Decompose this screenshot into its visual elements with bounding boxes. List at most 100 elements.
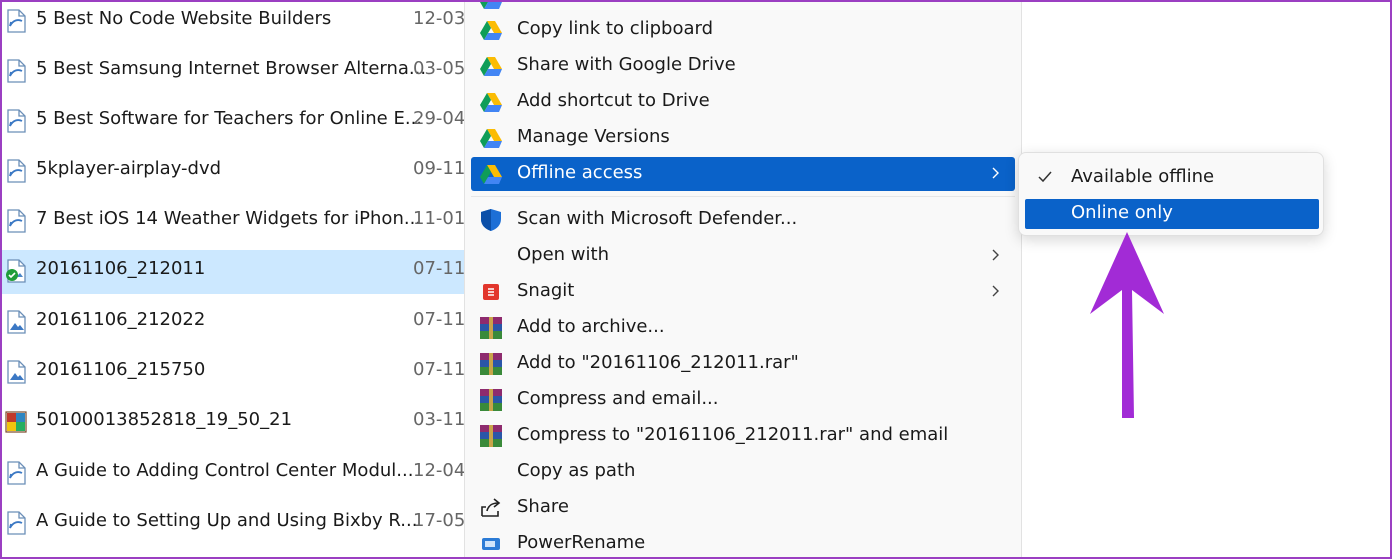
image-file-icon xyxy=(7,310,26,334)
web-shortcut-icon xyxy=(7,59,26,83)
google-drive-icon xyxy=(480,0,502,9)
chevron-right-icon xyxy=(992,249,999,261)
menu-label: Share xyxy=(517,496,569,517)
google-drive-icon xyxy=(480,57,502,76)
menu-scan-defender[interactable]: Scan with Microsoft Defender... xyxy=(471,203,1015,237)
file-name: 5kplayer-airplay-dvd xyxy=(36,158,222,179)
menu-label: Add to archive... xyxy=(517,316,665,337)
file-name: 50100013852818_19_50_21 xyxy=(36,409,293,430)
file-date: 09-11- xyxy=(413,158,472,179)
chevron-right-icon xyxy=(992,167,999,179)
menu-compress-to-rar-email[interactable]: Compress to "20161106_212011.rar" and em… xyxy=(471,419,1015,453)
google-drive-icon xyxy=(480,129,502,148)
image-file-icon xyxy=(7,360,26,384)
web-shortcut-icon xyxy=(7,209,26,233)
web-shortcut-icon xyxy=(7,109,26,133)
google-drive-icon xyxy=(480,21,502,40)
context-menu: Copy link to clipboard Share with Google… xyxy=(464,0,1022,559)
web-shortcut-icon xyxy=(7,461,26,485)
file-date: 29-04- xyxy=(413,108,472,129)
menu-label: Compress and email... xyxy=(517,388,719,409)
file-row[interactable]: 5 Best Samsung Internet Browser Alterna.… xyxy=(2,50,472,94)
file-date: 07-11- xyxy=(413,309,472,330)
menu-snagit[interactable]: Snagit xyxy=(471,275,1015,309)
submenu-label: Online only xyxy=(1071,202,1173,223)
file-row[interactable]: 5 Best No Code Website Builders 12-03- xyxy=(2,0,472,44)
menu-label: Add shortcut to Drive xyxy=(517,90,710,111)
menu-label: Add to "20161106_212011.rar" xyxy=(517,352,799,373)
file-name: 5 Best Samsung Internet Browser Alterna.… xyxy=(36,58,427,79)
file-row[interactable]: 20161106_215750 07-11- xyxy=(2,351,472,395)
defender-shield-icon xyxy=(481,209,501,231)
file-date: 07-11- xyxy=(413,359,472,380)
file-date: 07-11- xyxy=(413,258,472,279)
menu-add-shortcut[interactable]: Add shortcut to Drive xyxy=(471,85,1015,119)
menu-label: Offline access xyxy=(517,162,643,183)
menu-compress-email[interactable]: Compress and email... xyxy=(471,383,1015,417)
file-name: 7 Best iOS 14 Weather Widgets for iPhon.… xyxy=(36,208,422,229)
file-date: 11-01- xyxy=(413,208,472,229)
menu-label: Copy as path xyxy=(517,460,636,481)
menu-powerrename[interactable]: PowerRename xyxy=(471,527,1015,559)
chevron-right-icon xyxy=(992,285,999,297)
file-date: 03-11- xyxy=(413,409,472,430)
file-date: 03-05- xyxy=(413,58,472,79)
file-row[interactable]: 50100013852818_19_50_21 03-11- xyxy=(2,401,472,445)
file-name: A Guide to Adding Control Center Modul..… xyxy=(36,460,414,481)
menu-offline-access[interactable]: Offline access xyxy=(471,157,1015,191)
file-name: 20161106_212011 xyxy=(36,258,206,279)
file-row-selected[interactable]: 20161106_212011 07-11- xyxy=(2,250,472,294)
menu-manage-versions[interactable]: Manage Versions xyxy=(471,121,1015,155)
file-row[interactable]: 20161106_212022 07-11- xyxy=(2,301,472,345)
file-name: 5 Best No Code Website Builders xyxy=(36,8,332,29)
offline-access-submenu: Available offline Online only xyxy=(1018,152,1324,236)
submenu-label: Available offline xyxy=(1071,166,1215,187)
file-name: 20161106_212022 xyxy=(36,309,206,330)
file-row[interactable]: 7 Best iOS 14 Weather Widgets for iPhon.… xyxy=(2,200,472,244)
image-synced-icon xyxy=(6,259,26,283)
file-date: 12-04- xyxy=(413,460,472,481)
menu-label: PowerRename xyxy=(517,532,646,553)
submenu-online-only[interactable]: Online only xyxy=(1025,199,1319,229)
menu-label: Open with xyxy=(517,244,609,265)
file-name: A Guide to Setting Up and Using Bixby R.… xyxy=(36,510,418,531)
file-name: 20161106_215750 xyxy=(36,359,206,380)
file-name: 5 Best Software for Teachers for Online … xyxy=(36,108,423,129)
share-icon xyxy=(481,498,501,517)
winrar-icon xyxy=(480,425,502,447)
file-list: 5 Best No Code Website Builders 12-03- 5… xyxy=(2,0,472,559)
menu-label: Share with Google Drive xyxy=(517,54,736,75)
google-drive-icon xyxy=(480,93,502,112)
menu-open-with[interactable]: Open with xyxy=(471,239,1015,273)
menu-copy-link[interactable]: Copy link to clipboard xyxy=(471,13,1015,47)
menu-share[interactable]: Share xyxy=(471,491,1015,525)
web-shortcut-icon xyxy=(7,159,26,183)
checkmark-icon xyxy=(1038,171,1052,183)
winrar-icon xyxy=(480,317,502,339)
file-date: 17-05- xyxy=(413,510,472,531)
menu-label: Compress to "20161106_212011.rar" and em… xyxy=(517,424,949,445)
menu-label: Manage Versions xyxy=(517,126,670,147)
menu-add-to-rar[interactable]: Add to "20161106_212011.rar" xyxy=(471,347,1015,381)
google-drive-icon xyxy=(480,165,502,184)
annotation-arrow-icon xyxy=(1090,232,1164,418)
file-row[interactable]: 5kplayer-airplay-dvd 09-11- xyxy=(2,150,472,194)
file-row[interactable]: A Guide to Adding Control Center Modul..… xyxy=(2,452,472,496)
menu-copy-as-path[interactable]: Copy as path xyxy=(471,455,1015,489)
web-shortcut-icon xyxy=(7,511,26,535)
winrar-icon xyxy=(480,353,502,375)
powerrename-icon xyxy=(482,538,500,550)
menu-label: Copy link to clipboard xyxy=(517,18,714,39)
winrar-icon xyxy=(480,389,502,411)
snagit-icon xyxy=(483,284,499,300)
menu-label: Scan with Microsoft Defender... xyxy=(517,208,798,229)
web-shortcut-icon xyxy=(7,9,26,33)
file-date: 12-03- xyxy=(413,8,472,29)
menu-label: Snagit xyxy=(517,280,575,301)
file-row[interactable]: A Guide to Setting Up and Using Bixby R.… xyxy=(2,502,472,546)
menu-separator xyxy=(471,196,1015,197)
file-row[interactable]: 5 Best Software for Teachers for Online … xyxy=(2,100,472,144)
submenu-available-offline[interactable]: Available offline xyxy=(1025,163,1319,193)
menu-share-google-drive[interactable]: Share with Google Drive xyxy=(471,49,1015,83)
menu-add-to-archive[interactable]: Add to archive... xyxy=(471,311,1015,345)
